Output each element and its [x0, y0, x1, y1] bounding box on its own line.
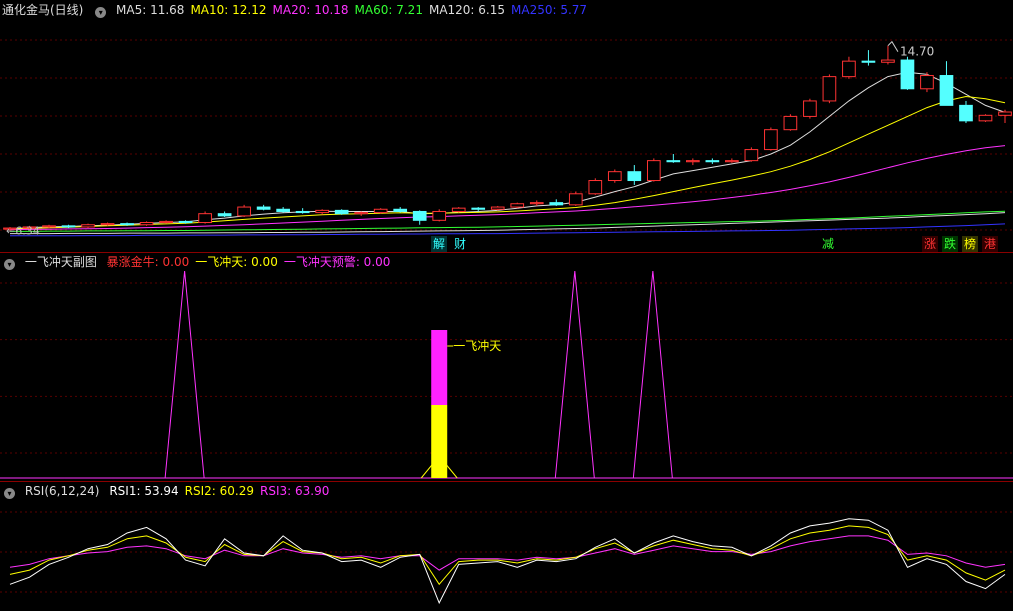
signal-annotation: 一飞冲天 — [453, 338, 501, 353]
candle-body — [607, 171, 622, 182]
candle-body — [276, 208, 290, 212]
candle-body — [861, 60, 876, 63]
candle-body — [178, 220, 193, 224]
signal-bar-yellow — [431, 405, 448, 478]
candle-body — [744, 149, 759, 162]
candle-body — [100, 223, 115, 226]
signal-bar-magenta — [431, 330, 448, 405]
high-label: 14.70 — [900, 45, 934, 59]
candle-body — [42, 225, 56, 228]
candle-body — [978, 114, 993, 122]
sub-indicator: 暴涨金牛: 0.00 — [106, 255, 190, 269]
candle-body — [510, 203, 525, 208]
candle-body — [666, 160, 681, 163]
rsi-indicator: RSI2: 60.29 — [184, 484, 255, 498]
sub-chart-panel[interactable]: 一飞冲天 ▾ 一飞冲天副图 暴涨金牛: 0.00 一飞冲天: 0.00 一飞冲天预警… — [0, 253, 1013, 481]
candle-body — [315, 209, 329, 214]
candle-body — [705, 160, 720, 163]
ma-indicator: MA60: 7.21 — [354, 3, 423, 17]
candle-body — [451, 207, 466, 212]
collapse-icon[interactable]: ▾ — [4, 259, 15, 270]
candle-body — [237, 206, 251, 217]
candle-body — [959, 104, 973, 122]
candle-body — [61, 225, 76, 228]
rsi1-line — [9, 518, 1006, 605]
candle-body — [764, 129, 778, 151]
candle-body — [588, 180, 603, 195]
warning-spike — [632, 270, 673, 479]
candle-body — [725, 160, 739, 163]
sub-indicator: 一飞冲天: 0.00 — [195, 255, 278, 269]
candle-body — [295, 210, 310, 214]
ma-indicator: MA5: 11.68 — [116, 3, 185, 17]
warning-spike — [164, 270, 205, 479]
candle-body — [998, 111, 1012, 116]
ma-indicator: MA20: 10.18 — [272, 3, 349, 17]
event-badge[interactable]: 解 — [431, 236, 448, 252]
rsi-indicator: RSI1: 53.94 — [109, 484, 179, 498]
candle-body — [412, 210, 427, 221]
collapse-icon[interactable]: ▾ — [4, 488, 15, 499]
rsi-chart-panel[interactable]: ▾ RSI(6,12,24) RSI1: 53.94 RSI2: 60.29 RSI… — [0, 482, 1013, 611]
candle-body — [803, 100, 817, 117]
candle-body — [627, 171, 642, 182]
candle-body — [393, 208, 408, 212]
sub-indicators: 暴涨金牛: 0.00 一飞冲天: 0.00 一飞冲天预警: 0.00 — [107, 255, 397, 269]
candle-body — [256, 206, 271, 210]
ma-indicator: MA120: 6.15 — [428, 3, 506, 17]
rsi-title: RSI(6,12,24) — [24, 484, 100, 498]
rsi-chart-svg — [0, 511, 1013, 605]
candle-body — [646, 160, 661, 182]
candle-body — [217, 213, 232, 217]
warning-spike — [554, 270, 595, 479]
main-indicators: MA5: 11.68 MA10: 12.12 MA20: 10.18 MA60: 7.… — [116, 3, 593, 17]
event-badge[interactable]: 财 — [452, 236, 469, 252]
candle-body — [139, 222, 154, 226]
candle-body — [334, 209, 349, 215]
candle-body — [881, 59, 895, 63]
candle-body — [783, 115, 798, 131]
candle-body — [490, 206, 505, 210]
candle-body — [471, 207, 486, 210]
main-title: 通化金马(日线) — [2, 3, 84, 17]
candle-body — [354, 212, 369, 215]
rsi-indicators: RSI1: 53.94 RSI2: 60.29 RSI3: 63.90 — [109, 484, 335, 498]
candle-body — [120, 223, 134, 226]
candle-body — [568, 193, 583, 206]
ma20-line — [9, 145, 1006, 231]
candle-body — [159, 220, 173, 224]
event-badge[interactable]: 榜 — [962, 236, 979, 252]
rsi-header: ▾ RSI(6,12,24) RSI1: 53.94 RSI2: 60.29 RSI… — [2, 483, 341, 499]
low-label: ←6.34 — [6, 224, 40, 237]
event-badge[interactable]: 跌 — [942, 236, 959, 252]
event-badge[interactable]: 减 — [820, 236, 837, 252]
sub-title: 一飞冲天副图 — [24, 255, 97, 269]
ma5-line — [9, 71, 1006, 230]
candle-body — [432, 210, 447, 221]
candle-body — [686, 160, 700, 163]
candle-body — [81, 224, 95, 228]
candle-body — [939, 75, 954, 106]
candle-body — [842, 60, 856, 78]
high-pointer — [887, 40, 899, 52]
sub-indicator: 一飞冲天预警: 0.00 — [283, 255, 391, 269]
sub-chart-svg: 一飞冲天 — [0, 270, 1013, 479]
candle-body — [198, 213, 212, 224]
sub-header: ▾ 一飞冲天副图 暴涨金牛: 0.00 一飞冲天: 0.00 一飞冲天预警: 0.0… — [2, 254, 402, 270]
candle-body — [529, 202, 544, 205]
event-badge[interactable]: 港 — [982, 236, 999, 252]
candle-body — [549, 202, 564, 206]
main-chart-panel[interactable]: 14.70 ←6.34 通化金马(日线) ▾ MA5: 11.68 MA10: 12… — [0, 0, 1013, 252]
collapse-icon[interactable]: ▾ — [95, 7, 107, 18]
candle-body — [373, 208, 388, 214]
ma-indicator: MA10: 12.12 — [190, 3, 267, 17]
rsi-indicator: RSI3: 63.90 — [260, 484, 330, 498]
candle-body — [920, 75, 934, 90]
main-header: 通化金马(日线) ▾ MA5: 11.68 MA10: 12.12 MA20: 10… — [2, 2, 599, 18]
candle-body — [822, 76, 837, 102]
ma-indicator: MA250: 5.77 — [511, 3, 588, 17]
event-badge[interactable]: 涨 — [922, 236, 939, 252]
candle-body — [900, 59, 915, 90]
main-chart-svg: 14.70 ←6.34 — [0, 39, 1013, 237]
